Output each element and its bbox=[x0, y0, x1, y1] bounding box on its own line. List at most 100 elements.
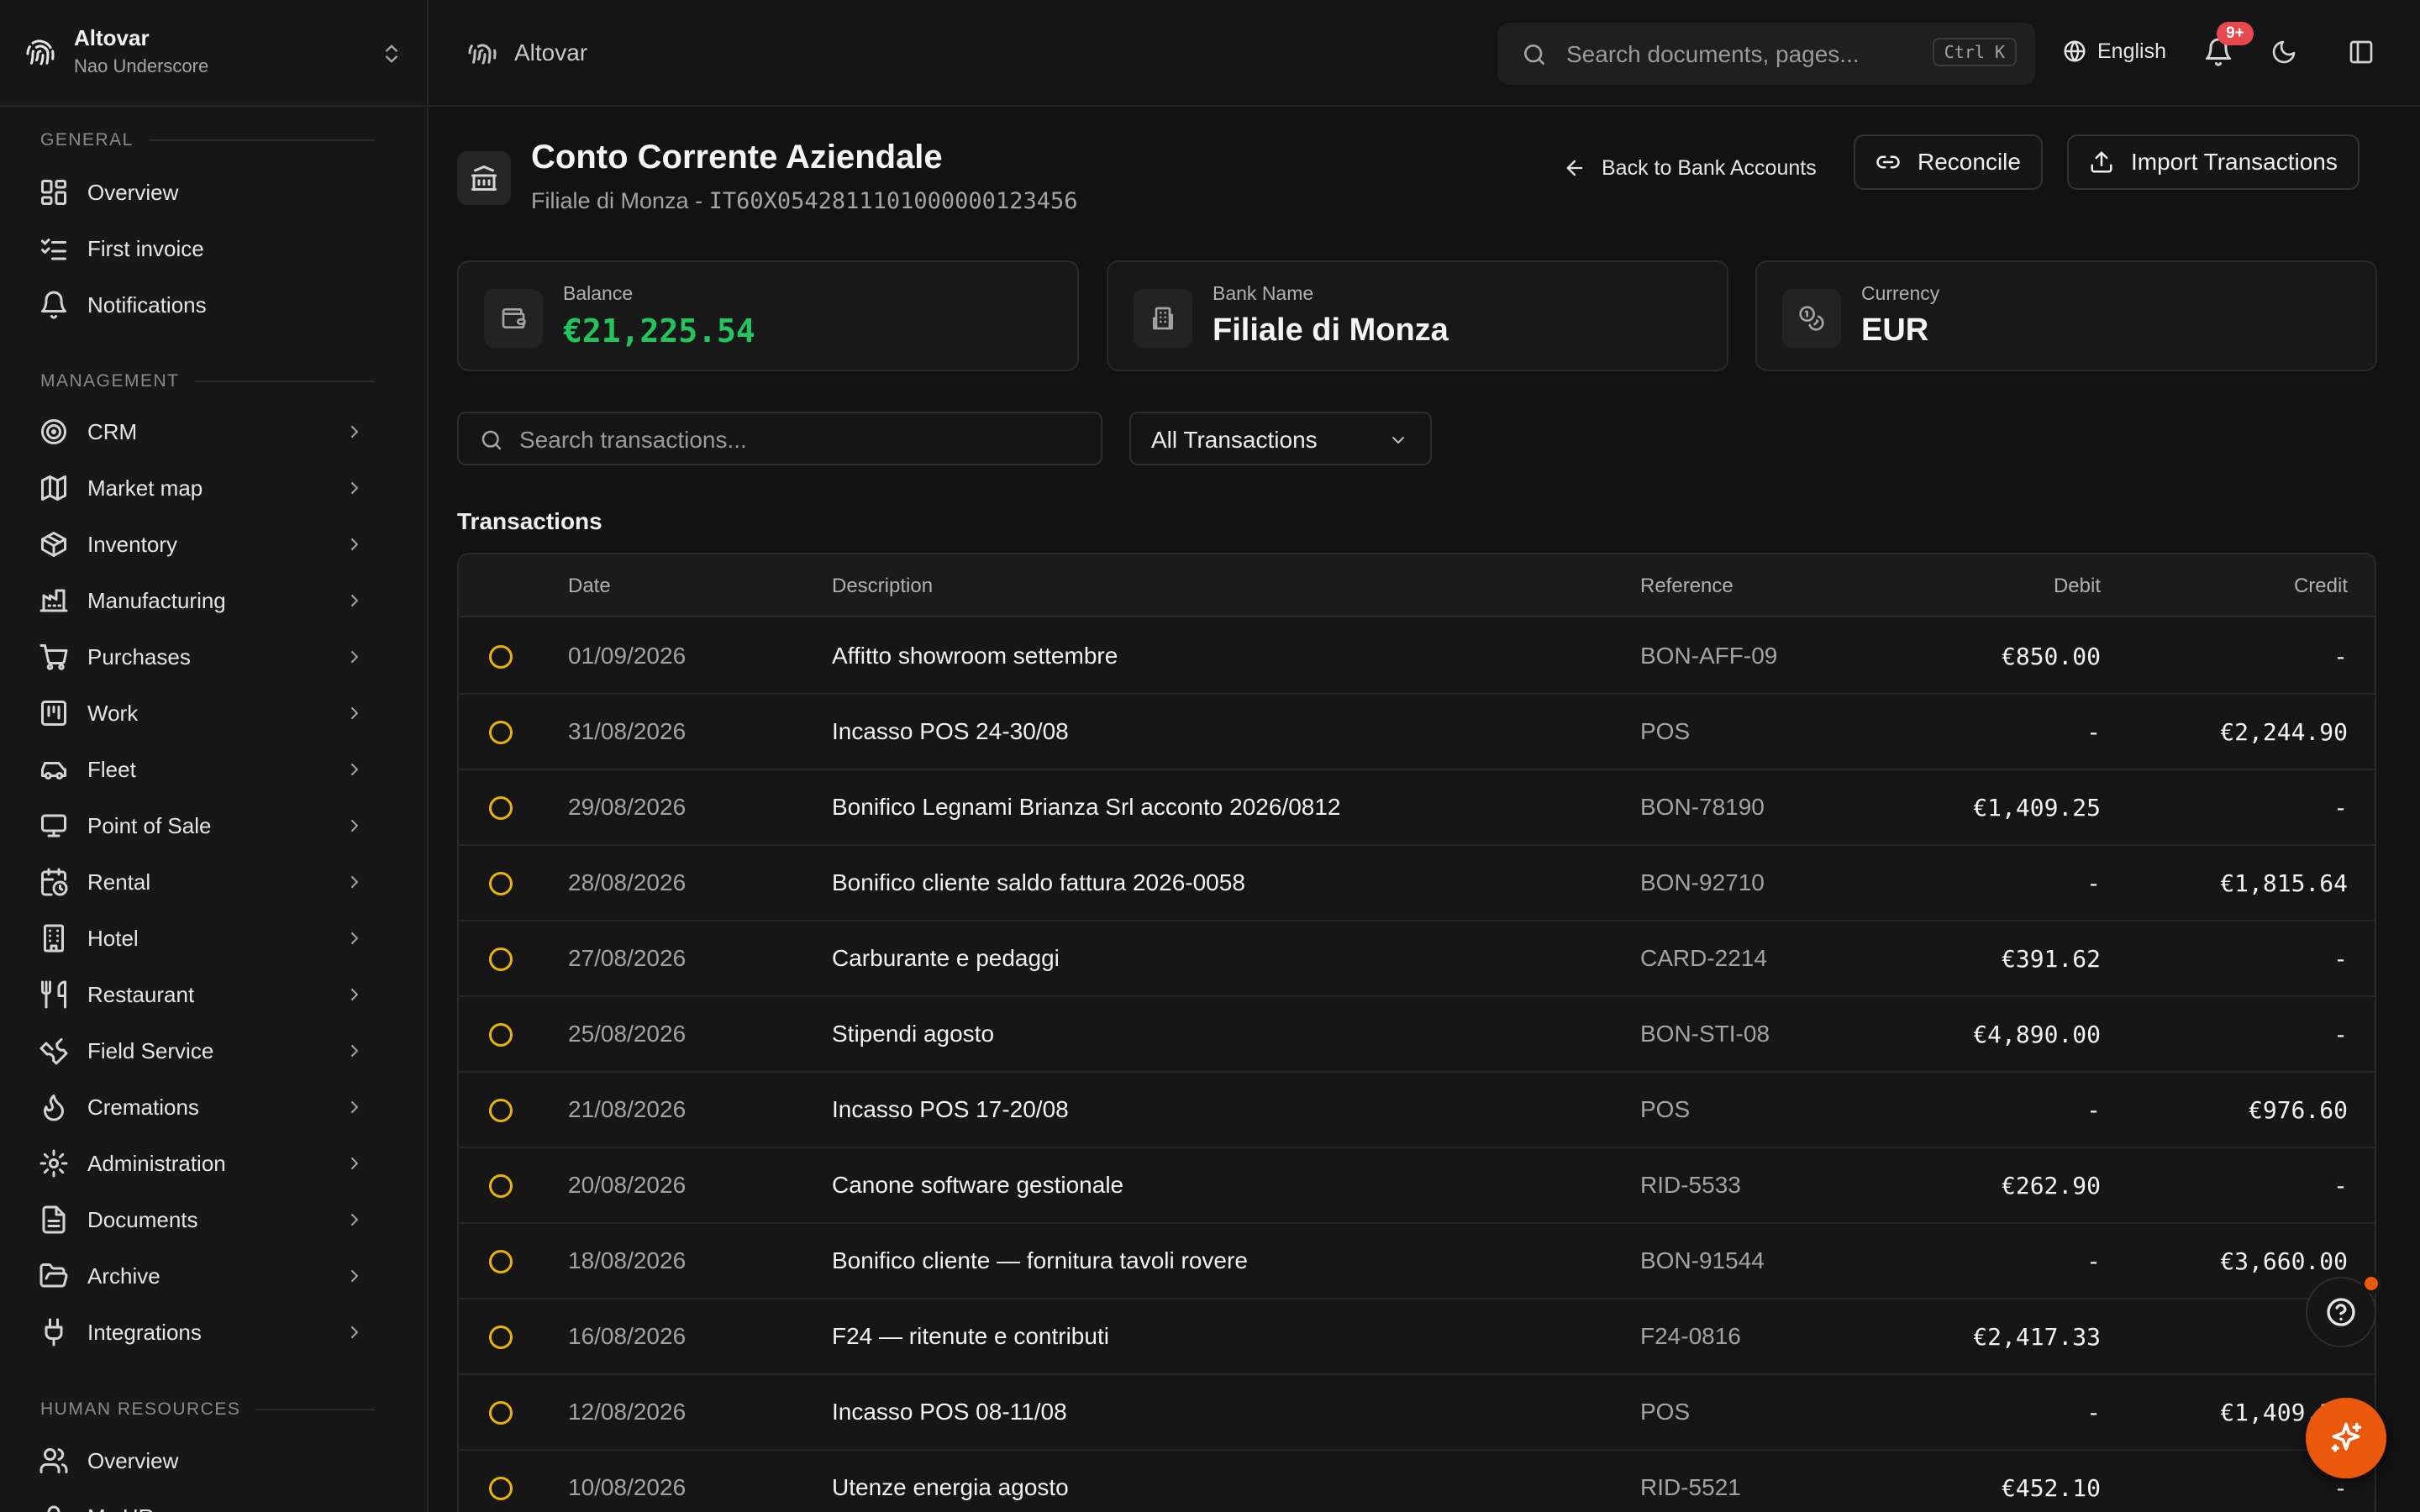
cell-debit: - bbox=[2086, 1399, 2101, 1426]
panel-toggle-icon[interactable] bbox=[2348, 39, 2375, 66]
coins-icon bbox=[1782, 289, 1841, 348]
pending-status-indicator[interactable] bbox=[489, 1326, 513, 1349]
reconcile-label: Reconcile bbox=[1918, 149, 2021, 175]
table-row[interactable]: 18/08/2026 Bonifico cliente — fornitura t… bbox=[459, 1224, 2375, 1299]
moon-icon[interactable] bbox=[2270, 39, 2297, 66]
column-header-description[interactable]: Description bbox=[832, 575, 933, 598]
table-row[interactable]: 31/08/2026 Incasso POS 24-30/08 POS - €2,244… bbox=[459, 695, 2375, 770]
sidebar-item-inventory[interactable]: Inventory bbox=[30, 520, 380, 569]
sidebar-item-label: Work bbox=[87, 700, 139, 726]
sparkles-icon bbox=[2328, 1420, 2365, 1457]
sidebar-item-my-hr[interactable]: My HR bbox=[30, 1493, 380, 1512]
back-to-bank-accounts-button[interactable]: Back to Bank Accounts bbox=[1563, 144, 1817, 192]
cell-debit: - bbox=[2086, 718, 2101, 746]
cell-debit: - bbox=[2086, 1096, 2101, 1124]
flame-icon bbox=[39, 1092, 69, 1122]
transaction-type-select[interactable]: All Transactions bbox=[1129, 412, 1432, 465]
cell-credit: €3,660.00 bbox=[2220, 1247, 2348, 1275]
transaction-search-input[interactable]: Search transactions... bbox=[457, 412, 1102, 465]
chevron-right-icon bbox=[345, 984, 365, 1005]
sidebar-item-purchases[interactable]: Purchases bbox=[30, 633, 380, 681]
import-transactions-button[interactable]: Import Transactions bbox=[2067, 134, 2360, 190]
sidebar-item-field-service[interactable]: Field Service bbox=[30, 1026, 380, 1075]
sidebar-item-first-invoice[interactable]: First invoice bbox=[30, 224, 380, 273]
column-header-reference[interactable]: Reference bbox=[1640, 575, 1733, 598]
page-title: Conto Corrente Aziendale bbox=[531, 139, 943, 176]
pending-status-indicator[interactable] bbox=[489, 1099, 513, 1122]
pending-status-indicator[interactable] bbox=[489, 721, 513, 744]
sidebar-item-label: Cremations bbox=[87, 1094, 199, 1120]
workspace-switcher[interactable]: Altovar Nao Underscore bbox=[0, 0, 427, 107]
bank-icon bbox=[457, 151, 511, 205]
sidebar-item-manufacturing[interactable]: Manufacturing bbox=[30, 576, 380, 625]
reconcile-button[interactable]: Reconcile bbox=[1854, 134, 2043, 190]
sidebar-item-point-of-sale[interactable]: Point of Sale bbox=[30, 801, 380, 850]
table-row[interactable]: 27/08/2026 Carburante e pedaggi CARD-2214 €… bbox=[459, 921, 2375, 997]
sidebar-item-notifications[interactable]: Notifications bbox=[30, 281, 380, 329]
pending-status-indicator[interactable] bbox=[489, 645, 513, 669]
sidebar-item-label: My HR bbox=[87, 1504, 154, 1512]
sidebar-item-archive[interactable]: Archive bbox=[30, 1252, 380, 1300]
currency-label: Currency bbox=[1861, 282, 1940, 304]
sidebar-item-hotel[interactable]: Hotel bbox=[30, 914, 380, 963]
help-circle-icon bbox=[2324, 1295, 2358, 1329]
pending-status-indicator[interactable] bbox=[489, 948, 513, 971]
sidebar-item-fleet[interactable]: Fleet bbox=[30, 745, 380, 794]
sidebar-item-label: Overview bbox=[87, 1447, 179, 1473]
monitor-icon bbox=[39, 811, 69, 841]
sidebar-item-restaurant[interactable]: Restaurant bbox=[30, 970, 380, 1019]
sidebar-item-label: Documents bbox=[87, 1206, 198, 1232]
notification-count-badge: 9+ bbox=[2217, 22, 2254, 45]
column-header-credit[interactable]: Credit bbox=[2294, 575, 2348, 598]
table-row[interactable]: 21/08/2026 Incasso POS 17-20/08 POS - €976.6… bbox=[459, 1073, 2375, 1148]
table-row[interactable]: 01/09/2026 Affitto showroom settembre BON-… bbox=[459, 619, 2375, 695]
cell-debit: - bbox=[2086, 869, 2101, 897]
wrench-icon bbox=[39, 1036, 69, 1066]
import-label: Import Transactions bbox=[2131, 149, 2338, 175]
table-row[interactable]: 16/08/2026 F24 — ritenute e contributi F24… bbox=[459, 1299, 2375, 1375]
cell-credit: - bbox=[2333, 945, 2348, 973]
table-row[interactable]: 12/08/2026 Incasso POS 08-11/08 POS - €1,409… bbox=[459, 1375, 2375, 1451]
sidebar-item-crm[interactable]: CRM bbox=[30, 407, 380, 456]
workspace-name: Altovar bbox=[74, 25, 150, 50]
pending-status-indicator[interactable] bbox=[489, 1023, 513, 1047]
table-row[interactable]: 20/08/2026 Canone software gestionale RID-… bbox=[459, 1148, 2375, 1224]
language-selector[interactable]: English bbox=[2062, 39, 2166, 64]
pending-status-indicator[interactable] bbox=[489, 1174, 513, 1198]
sidebar-item-overview[interactable]: Overview bbox=[30, 168, 380, 217]
cell-description: Incasso POS 17-20/08 bbox=[832, 1096, 1069, 1122]
sidebar-item-work[interactable]: Work bbox=[30, 689, 380, 738]
pending-status-indicator[interactable] bbox=[489, 1477, 513, 1500]
ai-assistant-button[interactable] bbox=[2306, 1398, 2386, 1478]
sidebar-item-rental[interactable]: Rental bbox=[30, 858, 380, 906]
chevrons-up-down-icon bbox=[380, 40, 403, 67]
cell-reference: BON-91544 bbox=[1640, 1247, 1765, 1273]
sidebar-item-administration[interactable]: Administration bbox=[30, 1139, 380, 1188]
table-row[interactable]: 29/08/2026 Bonifico Legnami Brianza Srl a… bbox=[459, 770, 2375, 846]
sidebar-item-market-map[interactable]: Market map bbox=[30, 464, 380, 512]
cell-debit: €850.00 bbox=[2001, 643, 2101, 670]
sidebar-item-integrations[interactable]: Integrations bbox=[30, 1308, 380, 1357]
table-row[interactable]: 28/08/2026 Bonifico cliente saldo fattura… bbox=[459, 846, 2375, 921]
global-search[interactable]: Search documents, pages... Ctrl K bbox=[1497, 23, 2035, 85]
pending-status-indicator[interactable] bbox=[489, 872, 513, 895]
sidebar-item-label: Market map bbox=[87, 475, 203, 501]
cell-date: 31/08/2026 bbox=[568, 718, 687, 744]
sidebar-item-cremations[interactable]: Cremations bbox=[30, 1083, 380, 1131]
sidebar-item-documents[interactable]: Documents bbox=[30, 1195, 380, 1244]
currency-value: EUR bbox=[1861, 312, 1929, 348]
pending-status-indicator[interactable] bbox=[489, 1250, 513, 1273]
cart-icon bbox=[39, 642, 69, 672]
pending-status-indicator[interactable] bbox=[489, 796, 513, 820]
pending-status-indicator[interactable] bbox=[489, 1401, 513, 1425]
arrow-left-icon bbox=[1563, 156, 1586, 180]
table-row[interactable]: 25/08/2026 Stipendi agosto BON-STI-08 €4,89… bbox=[459, 997, 2375, 1073]
sidebar-item-overview[interactable]: Overview bbox=[30, 1436, 380, 1485]
column-header-debit[interactable]: Debit bbox=[2054, 575, 2101, 598]
cell-date: 28/08/2026 bbox=[568, 869, 687, 895]
column-header-date[interactable]: Date bbox=[568, 575, 611, 598]
table-row[interactable]: 10/08/2026 Utenze energia agosto RID-5521 €… bbox=[459, 1451, 2375, 1512]
sidebar-item-label: First invoice bbox=[87, 235, 204, 261]
cell-debit: €2,417.33 bbox=[1973, 1323, 2101, 1351]
file-icon bbox=[39, 1205, 69, 1235]
